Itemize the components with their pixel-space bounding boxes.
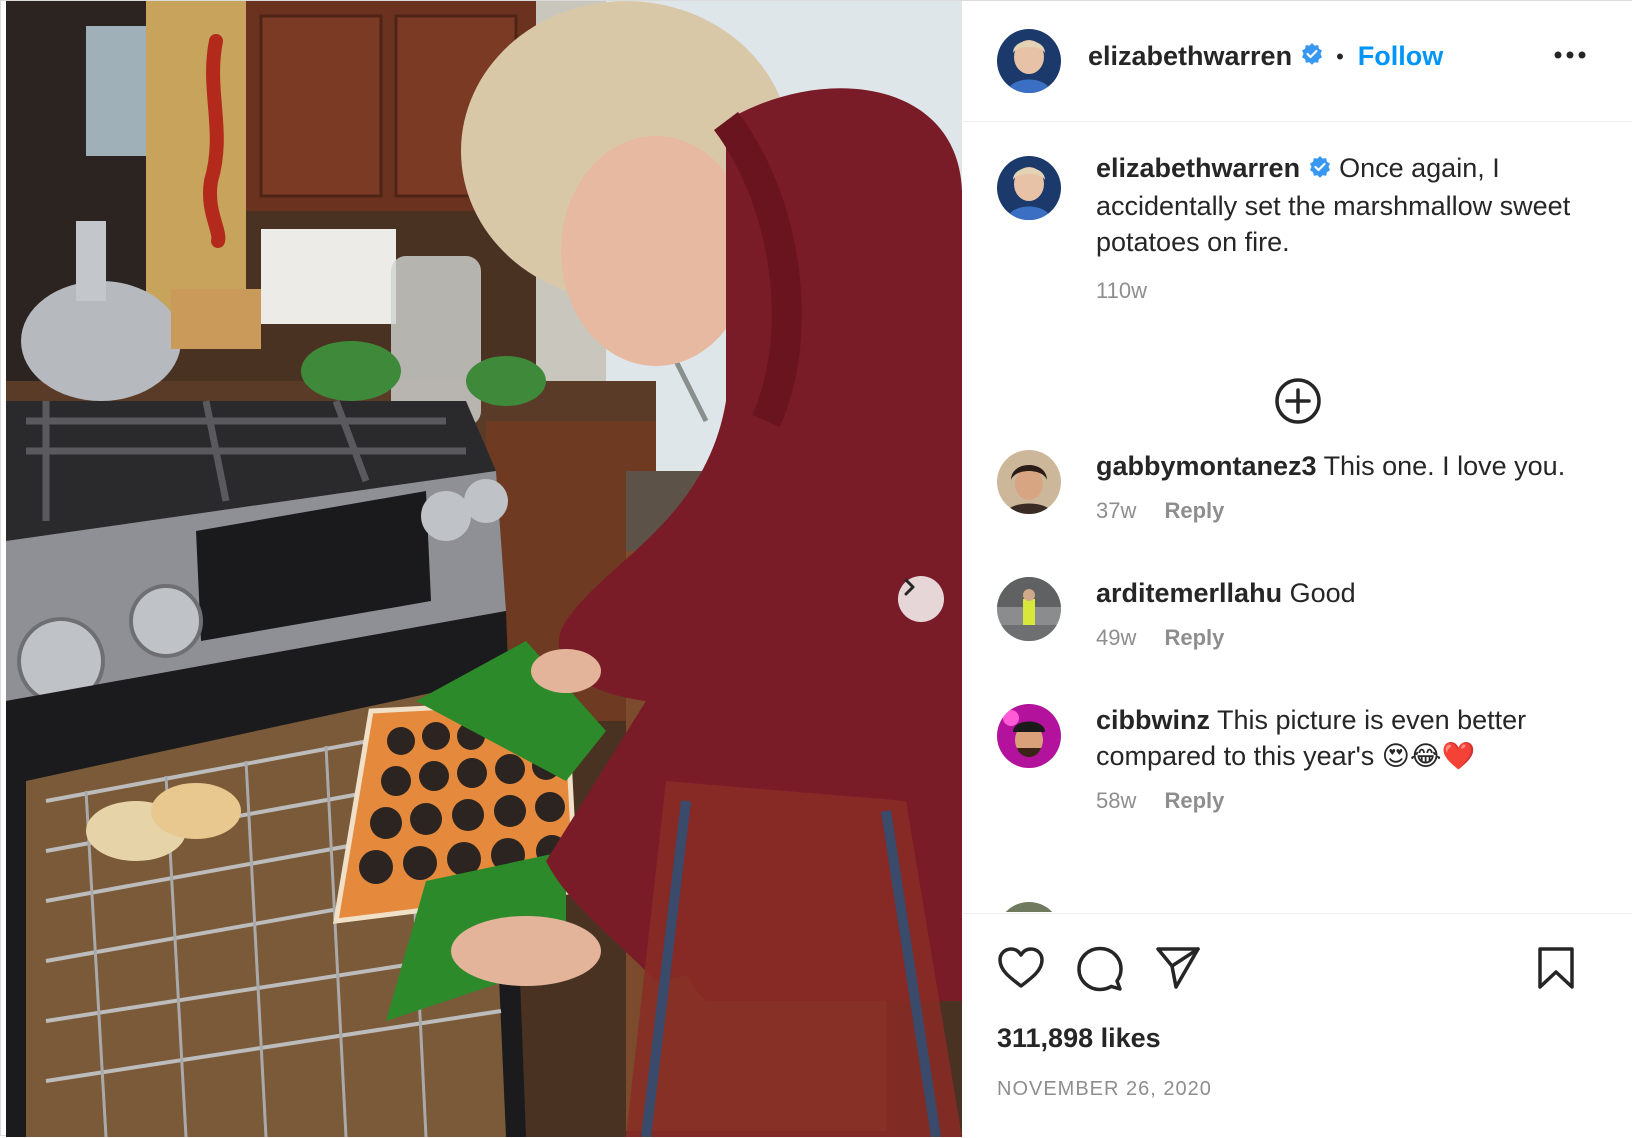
comment-timestamp[interactable]: 49w	[1096, 625, 1136, 650]
avatar-portrait-icon	[997, 902, 1061, 912]
post-caption: elizabethwarren Once again, I accidental…	[1096, 150, 1596, 304]
commenter-avatar[interactable]	[997, 577, 1061, 641]
more-options-button[interactable]	[1553, 47, 1587, 65]
likes-count[interactable]: 311,898 likes	[997, 1023, 1161, 1054]
avatar-portrait-icon	[997, 577, 1061, 641]
follow-button[interactable]: Follow	[1358, 41, 1443, 72]
comment-icon	[1077, 946, 1123, 992]
comment-username[interactable]: cibbwinz	[1096, 705, 1210, 735]
caption-timestamp[interactable]: 110w	[1096, 278, 1147, 303]
comments-list[interactable]: elizabethwarren Once again, I accidental…	[963, 122, 1632, 912]
avatar-portrait-icon	[997, 704, 1061, 768]
post-date[interactable]: NOVEMBER 26, 2020	[997, 1078, 1212, 1101]
author-avatar[interactable]	[997, 29, 1061, 93]
reply-button[interactable]: Reply	[1164, 625, 1224, 650]
share-button[interactable]	[1155, 946, 1201, 995]
comment-text: Good	[1289, 578, 1356, 608]
next-photo-button[interactable]	[898, 576, 944, 622]
paper-plane-icon	[1156, 947, 1200, 989]
reply-button[interactable]: Reply	[1164, 788, 1224, 813]
comment-username[interactable]: gabbymontanez3	[1096, 451, 1317, 481]
reply-button[interactable]: Reply	[1164, 498, 1224, 523]
save-button[interactable]	[1537, 946, 1575, 995]
avatar-portrait-icon	[997, 29, 1061, 93]
post-header: elizabethwarren • Follow	[963, 1, 1632, 122]
commenter-avatar[interactable]	[997, 450, 1061, 514]
avatar-portrait-icon	[997, 156, 1061, 220]
author-username[interactable]: elizabethwarren	[1088, 41, 1292, 72]
comment-text: This one. I love you.	[1323, 451, 1566, 481]
instagram-post-dialog: elizabethwarren • Follow elizabethwarren…	[0, 0, 1632, 1137]
verified-badge-icon	[1300, 42, 1324, 71]
commenter-avatar[interactable]	[997, 704, 1061, 768]
plus-circle-icon	[1275, 378, 1321, 424]
avatar-portrait-icon	[997, 450, 1061, 514]
commenter-avatar[interactable]	[997, 902, 1061, 912]
load-more-comments-button[interactable]	[1274, 377, 1322, 430]
kitchen-photo-illustration	[6, 1, 962, 1137]
post-details-panel: elizabethwarren • Follow elizabethwarren…	[963, 1, 1632, 1137]
comment-username[interactable]: arditemerllahu	[1096, 578, 1282, 608]
comment-item: cibbwinz This picture is even better com…	[1096, 702, 1606, 814]
post-photo[interactable]	[6, 1, 962, 1137]
comment-timestamp[interactable]: 58w	[1096, 788, 1136, 813]
caption-author-avatar[interactable]	[997, 156, 1061, 220]
header-separator: •	[1336, 43, 1344, 69]
comment-button[interactable]	[1077, 946, 1123, 997]
bookmark-icon	[1538, 947, 1574, 989]
like-button[interactable]	[997, 946, 1045, 995]
caption-username[interactable]: elizabethwarren	[1096, 153, 1300, 183]
verified-badge-icon	[1308, 152, 1332, 188]
chevron-right-icon	[904, 578, 915, 596]
comment-timestamp[interactable]: 37w	[1096, 498, 1136, 523]
more-options-icon	[1554, 51, 1586, 59]
heart-icon	[998, 947, 1044, 988]
comment-item: gabbymontanez3 This one. I love you. 37w…	[1096, 448, 1606, 524]
comment-item: arditemerllahu Good 49w Reply	[1096, 575, 1606, 651]
